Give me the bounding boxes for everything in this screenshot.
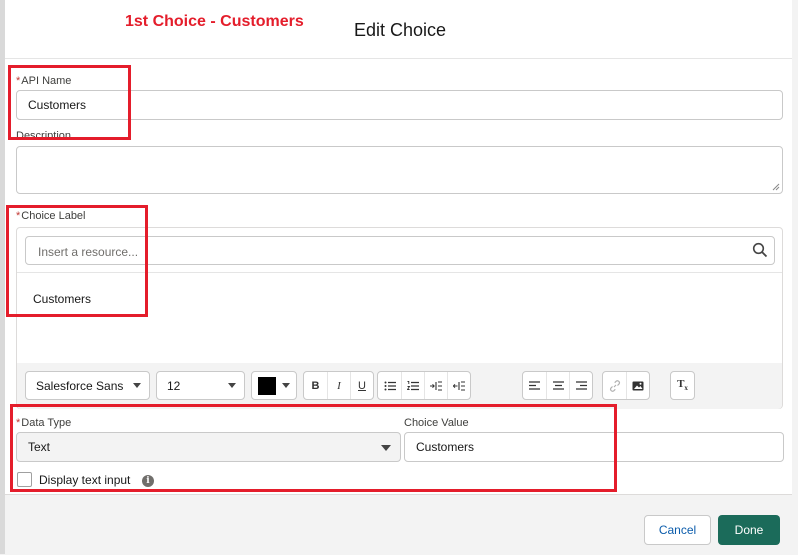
clear-button-group: Tx bbox=[670, 371, 695, 400]
display-text-input-checkbox[interactable] bbox=[17, 472, 32, 487]
display-text-input-label: Display text input bbox=[39, 473, 131, 487]
modal-header: 1st Choice - Customers Edit Choice bbox=[5, 0, 792, 59]
align-right-icon bbox=[575, 381, 587, 390]
api-name-label: *API Name bbox=[16, 75, 72, 87]
chevron-down-icon bbox=[282, 383, 290, 388]
description-label: Description bbox=[16, 130, 72, 139]
align-right-button[interactable] bbox=[569, 372, 592, 399]
outdent-icon bbox=[453, 380, 465, 391]
choice-value-input[interactable]: Customers bbox=[404, 432, 784, 462]
clear-formatting-icon: Tx bbox=[677, 378, 688, 393]
search-icon[interactable] bbox=[752, 242, 768, 258]
text-color-picker[interactable] bbox=[251, 371, 297, 400]
data-type-label: *Data Type bbox=[16, 417, 72, 429]
bold-button[interactable]: B bbox=[304, 372, 327, 399]
backdrop-right bbox=[792, 0, 798, 554]
align-left-icon bbox=[529, 381, 540, 390]
font-family-value: Salesforce Sans bbox=[36, 378, 124, 393]
bulleted-list-button[interactable] bbox=[378, 372, 401, 399]
done-button[interactable]: Done bbox=[718, 515, 780, 545]
numbered-list-icon bbox=[407, 380, 419, 390]
choice-label-label: *Choice Label bbox=[16, 210, 86, 222]
api-name-input[interactable]: Customers bbox=[16, 90, 783, 120]
choice-value-value: Customers bbox=[416, 440, 475, 454]
image-button[interactable] bbox=[626, 372, 649, 399]
choice-value-label: Choice Value bbox=[404, 417, 469, 429]
image-icon bbox=[632, 381, 644, 390]
rte-divider bbox=[17, 272, 782, 273]
align-button-group bbox=[522, 371, 593, 400]
resource-search-placeholder: Insert a resource... bbox=[38, 245, 139, 259]
clear-formatting-button[interactable]: Tx bbox=[671, 372, 694, 399]
info-icon[interactable]: i bbox=[142, 475, 154, 487]
indent-button[interactable] bbox=[424, 372, 447, 399]
chevron-down-icon bbox=[381, 445, 391, 451]
choice-label-content[interactable]: Customers bbox=[33, 292, 91, 306]
modal-footer: Cancel Done bbox=[5, 494, 792, 555]
outdent-button[interactable] bbox=[447, 372, 470, 399]
align-center-icon bbox=[552, 381, 564, 390]
choice-label-rich-text-editor: Insert a resource... Customers Salesforc… bbox=[16, 227, 783, 409]
font-size-value: 12 bbox=[167, 378, 181, 393]
rte-toolbar: Salesforce Sans 12 B I U Tx bbox=[17, 363, 782, 409]
font-size-select[interactable]: 12 bbox=[156, 371, 245, 400]
format-button-group: B I U bbox=[303, 371, 374, 400]
numbered-list-button[interactable] bbox=[401, 372, 424, 399]
description-textarea[interactable] bbox=[16, 146, 783, 194]
font-family-select[interactable]: Salesforce Sans bbox=[25, 371, 150, 400]
link-button[interactable] bbox=[603, 372, 626, 399]
align-left-button[interactable] bbox=[523, 372, 546, 399]
api-name-value: Customers bbox=[28, 98, 87, 112]
list-button-group bbox=[377, 371, 471, 400]
italic-button[interactable]: I bbox=[327, 372, 350, 399]
modal-title: Edit Choice bbox=[354, 20, 447, 40]
insert-button-group bbox=[602, 371, 650, 400]
chevron-down-icon bbox=[228, 383, 236, 388]
link-icon bbox=[609, 379, 620, 392]
color-swatch bbox=[258, 376, 276, 395]
cancel-button[interactable]: Cancel bbox=[644, 515, 711, 545]
resize-grip-icon[interactable] bbox=[772, 183, 780, 191]
underline-button[interactable]: U bbox=[350, 372, 373, 399]
annotation-text: 1st Choice - Customers bbox=[125, 13, 304, 30]
resource-search-input[interactable]: Insert a resource... bbox=[25, 236, 775, 265]
edit-choice-modal: 1st Choice - Customers Edit Choice *API … bbox=[5, 0, 792, 555]
align-center-button[interactable] bbox=[546, 372, 569, 399]
data-type-value: Text bbox=[28, 440, 51, 454]
bulleted-list-icon bbox=[384, 381, 396, 390]
chevron-down-icon bbox=[133, 383, 141, 388]
data-type-select[interactable]: Text bbox=[16, 432, 401, 462]
indent-icon bbox=[430, 380, 442, 391]
